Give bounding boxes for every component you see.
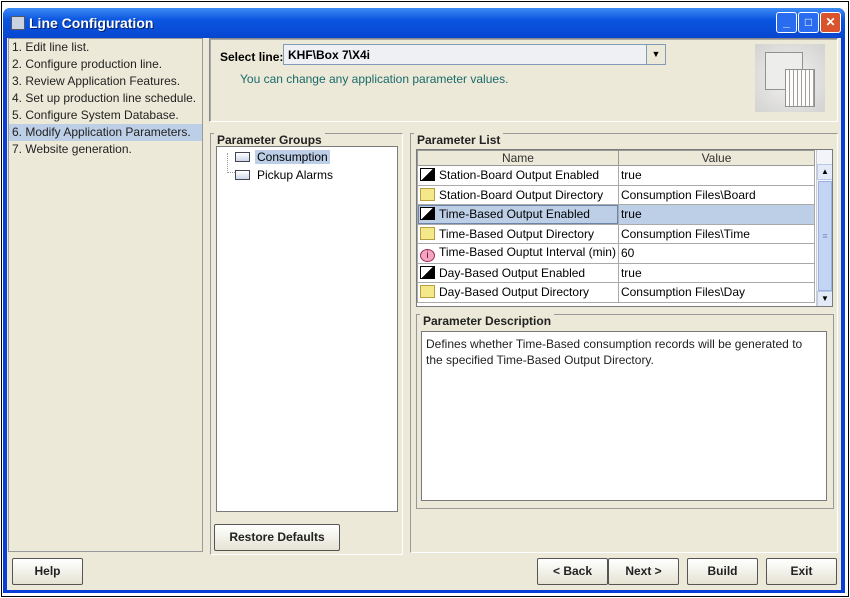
table-row[interactable]: Station-Board Output Enabled true	[417, 165, 816, 186]
parameter-value[interactable]: 60	[617, 243, 816, 264]
wizard-step[interactable]: 6. Modify Application Parameters.	[9, 124, 202, 141]
info-icon: i	[420, 248, 435, 262]
parameter-list-title: Parameter List	[414, 133, 504, 147]
parameter-description-title: Parameter Description	[420, 314, 555, 328]
parameter-description-text: Defines whether Time-Based consumption r…	[426, 337, 803, 367]
parameter-groups-title: Parameter Groups	[214, 133, 325, 147]
parameter-value[interactable]: true	[617, 262, 816, 283]
wizard-logo	[755, 44, 825, 112]
parameter-value[interactable]: Consumption Files\Time	[617, 223, 816, 244]
parameter-name[interactable]: Day-Based Output Enabled	[417, 262, 619, 283]
exit-button[interactable]: Exit	[766, 558, 837, 585]
select-line-value: KHF\Box 7\X4i	[288, 48, 371, 62]
folder-icon	[420, 285, 435, 299]
table-row[interactable]: i Time-Based Ouptut Interval (min) 60	[417, 243, 816, 264]
line-selector-panel: Select line: KHF\Box 7\X4i ▼ You can cha…	[209, 38, 838, 122]
folder-icon	[420, 226, 435, 240]
restore-defaults-button[interactable]: Restore Defaults	[214, 524, 340, 551]
folder-icon	[420, 187, 435, 201]
parameter-description-panel: Parameter Description Defines whether Ti…	[416, 314, 834, 509]
parameter-name[interactable]: Time-Based Output Directory	[417, 223, 619, 244]
back-button[interactable]: < Back	[537, 558, 608, 585]
boolean-icon	[420, 207, 435, 221]
parameter-groups-tree: Consumption Pickup Alarms	[216, 146, 398, 512]
parameter-value[interactable]: true	[617, 165, 816, 186]
scroll-up-button[interactable]: ▲	[817, 164, 832, 180]
chevron-down-icon[interactable]: ▼	[646, 45, 665, 64]
wizard-steps: 1. Edit line list. 2. Configure productio…	[8, 38, 203, 552]
table-row[interactable]: Time-Based Output Enabled true	[417, 204, 816, 225]
wizard-step[interactable]: 4. Set up production line schedule.	[9, 90, 202, 107]
column-header-name[interactable]: Name	[417, 150, 619, 166]
boolean-icon	[420, 265, 435, 279]
wizard-step[interactable]: 1. Edit line list.	[9, 39, 202, 56]
scroll-thumb[interactable]: ≡	[818, 181, 832, 291]
parameter-name[interactable]: Station-Board Output Directory	[417, 184, 619, 205]
parameter-value[interactable]: true	[617, 204, 816, 225]
table-row[interactable]: Station-Board Output Directory Consumptio…	[417, 184, 816, 205]
scroll-down-button[interactable]: ▼	[817, 291, 832, 306]
maximize-button[interactable]: □	[798, 12, 819, 33]
parameter-value[interactable]: Consumption Files\Day	[617, 282, 816, 303]
table-row[interactable]: Day-Based Output Directory Consumption Fi…	[417, 282, 816, 303]
folder-icon	[235, 170, 250, 180]
folder-icon	[235, 152, 250, 162]
table-row[interactable]: Day-Based Output Enabled true	[417, 262, 816, 283]
help-button[interactable]: Help	[12, 558, 83, 585]
app-icon	[11, 16, 25, 30]
minimize-button[interactable]: _	[776, 12, 797, 33]
build-button[interactable]: Build	[687, 558, 758, 585]
parameter-name[interactable]: Station-Board Output Enabled	[417, 165, 619, 186]
parameter-name[interactable]: Day-Based Output Directory	[417, 282, 619, 303]
parameter-list-panel: Parameter List Name Value Station-Board …	[410, 133, 838, 553]
column-header-value[interactable]: Value	[617, 150, 816, 166]
parameter-groups-panel: Parameter Groups Consumption Pickup Alar…	[210, 133, 403, 555]
tree-item-pickup-alarms[interactable]: Pickup Alarms	[235, 167, 335, 183]
close-button[interactable]: ✕	[820, 12, 841, 33]
client-area: 1. Edit line list. 2. Configure productio…	[7, 38, 841, 590]
tree-item-consumption[interactable]: Consumption	[235, 149, 330, 165]
parameter-table: Name Value Station-Board Output Enabled t…	[416, 149, 833, 307]
select-line-label: Select line:	[220, 50, 284, 64]
table-scrollbar[interactable]: ▲ ≡ ▼	[816, 150, 832, 306]
parameter-value[interactable]: Consumption Files\Board	[617, 184, 816, 205]
wizard-step[interactable]: 5. Configure System Database.	[9, 107, 202, 124]
wizard-step[interactable]: 3. Review Application Features.	[9, 73, 202, 90]
hint-text: You can change any application parameter…	[240, 72, 509, 86]
next-button[interactable]: Next >	[608, 558, 679, 585]
window-title: Line Configuration	[29, 15, 154, 31]
parameter-name[interactable]: Time-Based Output Enabled	[417, 204, 619, 225]
parameter-description-box: Defines whether Time-Based consumption r…	[421, 331, 827, 501]
parameter-name[interactable]: i Time-Based Ouptut Interval (min)	[417, 243, 619, 264]
title-bar[interactable]: Line Configuration _ □ ✕	[3, 8, 845, 38]
select-line-combo[interactable]: KHF\Box 7\X4i ▼	[283, 44, 666, 65]
wizard-step[interactable]: 7. Website generation.	[9, 141, 202, 158]
wizard-step[interactable]: 2. Configure production line.	[9, 56, 202, 73]
table-row[interactable]: Time-Based Output Directory Consumption F…	[417, 223, 816, 244]
boolean-icon	[420, 168, 435, 182]
